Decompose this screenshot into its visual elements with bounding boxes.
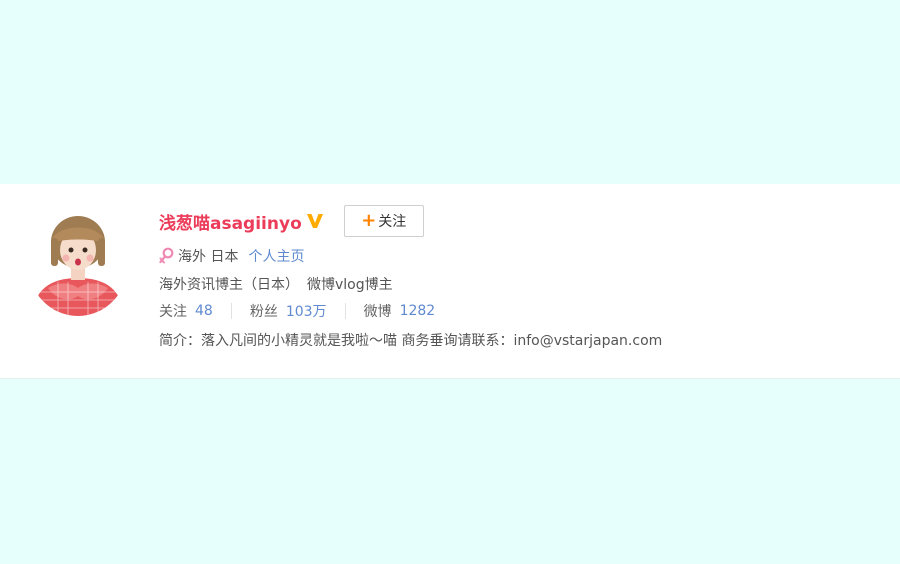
follow-button-label: 关注 <box>378 214 407 230</box>
homepage-link[interactable]: 个人主页 <box>248 246 304 266</box>
name-row: 浅葱喵asagiinyo + 关注 <box>159 204 424 238</box>
location-row: 海外 日本 个人主页 <box>159 245 304 267</box>
location-text: 海外 日本 <box>178 249 239 265</box>
following-count[interactable]: 48 <box>195 303 213 319</box>
followers-label: 粉丝 <box>249 304 278 320</box>
bio-text: 简介：落入凡间的小精灵就是我啦～喵 商务垂询请联系：info@vstarjapa… <box>159 333 663 349</box>
divider <box>344 303 346 319</box>
avatar-image <box>28 212 128 316</box>
following-label: 关注 <box>159 304 187 320</box>
bio-row: 简介：落入凡间的小精灵就是我啦～喵 商务垂询请联系：info@vstarjapa… <box>159 329 662 351</box>
user-card: 浅葱喵asagiinyo + 关注 海外 日本 个人主页 海外资讯博主（日本） … <box>0 184 900 379</box>
posts-label: 微博 <box>363 304 392 320</box>
female-icon <box>159 247 174 264</box>
tags-row: 海外资讯博主（日本） 微博vlog博主 <box>159 273 393 295</box>
posts-count[interactable]: 1282 <box>400 303 436 319</box>
tag-item: 微博vlog博主 <box>307 277 393 293</box>
tag-item: 海外资讯博主（日本） <box>159 277 299 293</box>
plus-icon: + <box>361 210 377 231</box>
stats-row: 关注 48 粉丝 103万 微博 1282 <box>159 300 435 322</box>
avatar[interactable] <box>28 212 128 316</box>
followers-count[interactable]: 103万 <box>286 301 327 321</box>
user-name[interactable]: 浅葱喵asagiinyo <box>159 209 302 234</box>
follow-button[interactable]: + 关注 <box>343 205 424 237</box>
verified-v-badge-icon <box>306 214 323 228</box>
divider <box>230 303 232 319</box>
